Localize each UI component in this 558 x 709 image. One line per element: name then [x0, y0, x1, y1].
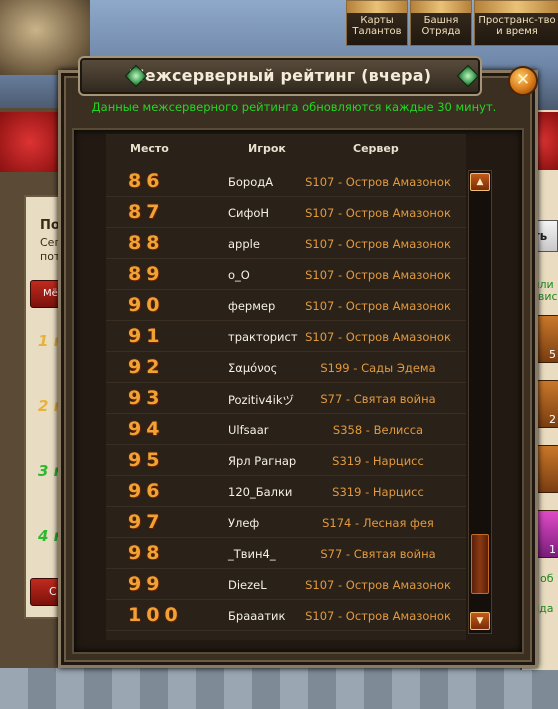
- talent-cards-button[interactable]: Карты Талантов: [346, 0, 408, 46]
- table-row[interactable]: 86 БородА S107 - Остров Амазонок: [106, 166, 466, 197]
- row-server: S107 - Остров Амазонок: [305, 299, 451, 313]
- row-place: 94: [128, 418, 165, 440]
- left-bottom-label: С: [49, 585, 57, 598]
- table-row[interactable]: 98 _Твин4_ S77 - Святая война: [106, 538, 466, 569]
- row-place: 92: [128, 356, 165, 378]
- table-row[interactable]: 96 120_Балки S319 - Нарцисс: [106, 476, 466, 507]
- row-server: S107 - Остров Амазонок: [305, 175, 451, 189]
- scrollbar-thumb[interactable]: [471, 534, 489, 594]
- space-time-button[interactable]: Пространс-тво и время: [474, 0, 558, 46]
- squad-tower-label: Башня Отряда: [421, 15, 461, 37]
- row-player-name: apple: [228, 237, 260, 251]
- table-row[interactable]: 93 Pozitiv4ikヅ S77 - Святая война: [106, 383, 466, 414]
- reward-chest-4-count: 1: [549, 543, 556, 556]
- row-server: S319 - Нарцисс: [332, 454, 424, 468]
- row-server: S319 - Нарцисс: [332, 485, 424, 499]
- talent-cards-icon: [347, 1, 407, 13]
- row-server: S174 - Лесная фея: [322, 516, 434, 530]
- table-row[interactable]: 100 Брааатик S107 - Остров Амазонок: [106, 600, 466, 631]
- space-time-icon: [475, 1, 558, 13]
- update-notice: Данные межсерверного рейтинга обновляютс…: [91, 100, 497, 114]
- row-place: 97: [128, 511, 165, 533]
- reward-chest-1-count: 5: [549, 348, 556, 361]
- table-row[interactable]: 99 DiezeL S107 - Остров Амазонок: [106, 569, 466, 600]
- column-header-place: Место: [130, 142, 169, 155]
- row-server: S107 - Остров Амазонок: [305, 237, 451, 251]
- row-player-name: Брааатик: [228, 609, 286, 623]
- row-player-name: _Твин4_: [228, 547, 276, 561]
- table-row[interactable]: 92 Σαμόνος S199 - Сады Эдема: [106, 352, 466, 383]
- table-row[interactable]: 90 фермер S107 - Остров Амазонок: [106, 290, 466, 321]
- row-divider: [106, 630, 466, 631]
- table-row[interactable]: 91 тракторист S107 - Остров Амазонок: [106, 321, 466, 352]
- row-server: S107 - Остров Амазонок: [305, 578, 451, 592]
- close-button[interactable]: ✕: [508, 66, 538, 96]
- row-server: S107 - Остров Амазонок: [305, 206, 451, 220]
- table-row[interactable]: 89 o_O S107 - Остров Амазонок: [106, 259, 466, 290]
- space-time-label: Пространс-тво и время: [478, 15, 556, 37]
- row-player-name: o_O: [228, 268, 250, 282]
- row-player-name: Улеф: [228, 516, 260, 530]
- squad-tower-button[interactable]: Башня Отряда: [410, 0, 472, 46]
- row-server: S77 - Святая война: [320, 547, 436, 561]
- column-header-player: Игрок: [248, 142, 286, 155]
- row-place: 100: [128, 604, 183, 626]
- row-place: 89: [128, 263, 165, 285]
- row-player-name: фермер: [228, 299, 276, 313]
- row-server: S107 - Остров Амазонок: [305, 330, 451, 344]
- row-server: S77 - Святая война: [320, 392, 436, 406]
- squad-tower-icon: [411, 1, 471, 13]
- table-row[interactable]: 87 СифоН S107 - Остров Амазонок: [106, 197, 466, 228]
- column-header-server: Сервер: [353, 142, 399, 155]
- row-server: S199 - Сады Эдема: [320, 361, 436, 375]
- row-place: 98: [128, 542, 165, 564]
- table-row[interactable]: 94 Ulfsaar S358 - Велисса: [106, 414, 466, 445]
- table-row[interactable]: 88 apple S107 - Остров Амазонок: [106, 228, 466, 259]
- row-server: S107 - Остров Амазонок: [305, 268, 451, 282]
- row-place: 91: [128, 325, 165, 347]
- row-player-name: СифоН: [228, 206, 270, 220]
- row-place: 88: [128, 232, 165, 254]
- row-place: 93: [128, 387, 165, 409]
- left-tab-label: Мё: [43, 288, 58, 299]
- row-place: 95: [128, 449, 165, 471]
- row-place: 99: [128, 573, 165, 595]
- scroll-up-button[interactable]: ▲: [470, 173, 490, 191]
- row-server: S107 - Остров Амазонок: [305, 609, 451, 623]
- row-server: S358 - Велисса: [332, 423, 424, 437]
- row-place: 86: [128, 170, 165, 192]
- row-place: 87: [128, 201, 165, 223]
- row-place: 90: [128, 294, 165, 316]
- row-player-name: 120_Балки: [228, 485, 293, 499]
- row-player-name: Ярл Рагнар: [228, 454, 297, 468]
- row-player-name: БородА: [228, 175, 274, 189]
- reward-chest-2-count: 2: [549, 413, 556, 426]
- talent-cards-label: Карты Талантов: [352, 15, 402, 37]
- row-player-name: Σαμόνος: [228, 361, 278, 375]
- scroll-down-button[interactable]: ▼: [470, 612, 490, 630]
- left-event-banner: [0, 112, 60, 172]
- table-row[interactable]: 95 Ярл Рагнар S319 - Нарцисс: [106, 445, 466, 476]
- row-player-name: DiezeL: [228, 578, 267, 592]
- row-place: 96: [128, 480, 165, 502]
- table-row[interactable]: 97 Улеф S174 - Лесная фея: [106, 507, 466, 538]
- row-player-name: Ulfsaar: [228, 423, 269, 437]
- background-statue: [0, 0, 90, 75]
- row-player-name: Pozitiv4ikヅ: [228, 393, 294, 407]
- left-header-text: По: [40, 218, 60, 233]
